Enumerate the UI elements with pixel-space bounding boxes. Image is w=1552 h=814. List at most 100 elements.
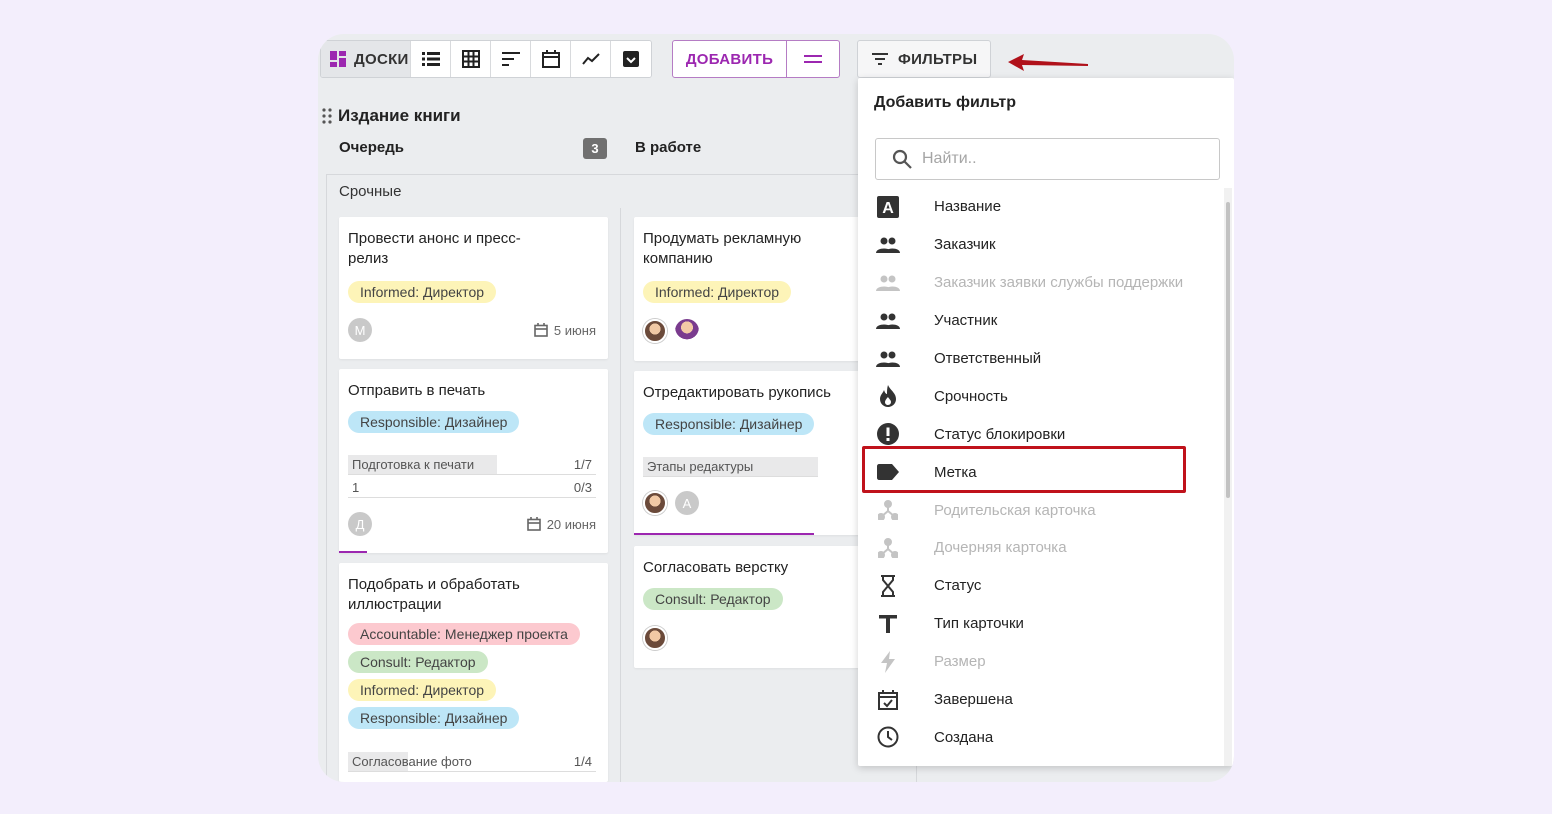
card-avatars bbox=[643, 319, 699, 343]
clock-icon bbox=[876, 725, 900, 749]
scrollbar-thumb[interactable] bbox=[1226, 202, 1230, 498]
people-icon bbox=[876, 309, 900, 333]
list-view-button[interactable] bbox=[411, 41, 451, 77]
list-icon bbox=[421, 52, 440, 66]
svg-text:A: A bbox=[882, 200, 894, 217]
filter-option-customer[interactable]: Заказчик bbox=[858, 226, 1224, 264]
card-tag: Informed: Директор bbox=[643, 281, 792, 303]
board-title: Издание книги bbox=[322, 106, 461, 126]
dropdown-scrollbar[interactable] bbox=[1224, 188, 1232, 766]
checklist-row[interactable]: Этапы редактуры bbox=[643, 457, 818, 477]
calendar-icon bbox=[526, 517, 541, 531]
checklist-row[interactable]: Подготовка к печати 1/7 bbox=[348, 455, 596, 475]
card-due-date: 5 июня bbox=[534, 323, 596, 338]
filter-option-name[interactable]: A Название bbox=[858, 188, 1224, 226]
card-progress-bar bbox=[634, 533, 814, 535]
calendar-icon bbox=[541, 50, 560, 68]
filter-option-label: Заказчик заявки службы поддержки bbox=[934, 274, 1184, 292]
column-divider bbox=[620, 208, 621, 782]
avatar[interactable] bbox=[643, 491, 667, 515]
table-icon bbox=[461, 50, 480, 68]
avatar[interactable] bbox=[643, 626, 667, 650]
archive-icon bbox=[623, 51, 639, 67]
boards-view-button[interactable]: ДОСКИ bbox=[321, 41, 411, 77]
boards-icon bbox=[330, 51, 346, 67]
people-icon bbox=[876, 233, 900, 257]
avatar[interactable] bbox=[643, 319, 667, 343]
filter-option-card-type[interactable]: Тип карточки bbox=[858, 605, 1224, 643]
card-meta: 25 bbox=[643, 319, 892, 343]
filter-option-label: Участник bbox=[934, 312, 998, 330]
add-menu-button[interactable] bbox=[787, 41, 839, 77]
hourglass-icon bbox=[876, 574, 900, 598]
calendar-icon bbox=[534, 323, 548, 337]
filter-option-label: Создана bbox=[934, 728, 994, 746]
add-button[interactable]: ДОБАВИТЬ bbox=[673, 41, 787, 77]
card[interactable]: Провести анонс и пресс-релиз Informed: Д… bbox=[339, 217, 608, 359]
hierarchy-icon bbox=[876, 536, 900, 560]
card-progress-bar bbox=[339, 551, 367, 553]
card-meta: А 2 bbox=[643, 491, 892, 515]
filter-option-support-customer: Заказчик заявки службы поддержки bbox=[858, 264, 1224, 302]
due-date-text: 5 июня bbox=[553, 322, 596, 338]
avatar[interactable] bbox=[675, 319, 699, 343]
filter-options-list: A Название Заказчик Заказчик заявки служ… bbox=[858, 188, 1224, 756]
card[interactable]: Подобрать и обработать иллюстрации Accou… bbox=[339, 563, 608, 782]
sort-lines-icon bbox=[501, 52, 520, 66]
column-header-queue: Очередь bbox=[339, 139, 404, 156]
filter-option-responsible[interactable]: Ответственный bbox=[858, 340, 1224, 378]
bolt-icon bbox=[876, 650, 900, 674]
filter-option-label: Статус блокировки bbox=[934, 425, 1066, 443]
column-count-badge: 3 bbox=[583, 138, 607, 159]
checklist-name: Этапы редактуры bbox=[647, 459, 754, 474]
filter-option-completed[interactable]: Завершена bbox=[858, 681, 1224, 719]
card-tag: Accountable: Менеджер проекта bbox=[348, 623, 580, 645]
drag-handle-icon[interactable] bbox=[322, 108, 332, 124]
archive-view-button[interactable] bbox=[611, 41, 651, 77]
card-title: Отправить в печать bbox=[348, 382, 486, 399]
annotation-arrow bbox=[1008, 54, 1088, 71]
filter-option-child-card: Дочерняя карточка bbox=[858, 529, 1224, 567]
add-filter-dropdown: Добавить фильтр A Название Заказчик bbox=[858, 78, 1234, 766]
card-due-date: 20 июня bbox=[526, 516, 596, 532]
card-title: Провести анонс и пресс-релиз bbox=[348, 230, 521, 267]
app-window: ДОСКИ ДОБАВИТЬ ФИЛЬТРЫ Издание книги Оче… bbox=[318, 34, 1234, 782]
swimlane-header[interactable]: Срочные bbox=[326, 174, 886, 208]
filter-option-label: Завершена bbox=[934, 691, 1013, 709]
avatar[interactable]: М bbox=[348, 318, 372, 342]
card[interactable]: Отправить в печать Responsible: Дизайнер… bbox=[339, 369, 608, 553]
card-tag: Consult: Редактор bbox=[348, 651, 488, 673]
checklist-name: 1 bbox=[352, 480, 360, 495]
checklist-row[interactable]: Согласование фото 1/4 bbox=[348, 752, 596, 772]
reports-view-button[interactable] bbox=[571, 41, 611, 77]
filter-option-block-status[interactable]: Статус блокировки bbox=[858, 415, 1224, 453]
filter-option-urgency[interactable]: Срочность bbox=[858, 377, 1224, 415]
lane-border bbox=[326, 208, 327, 782]
card-title: Продумать рекламную компанию bbox=[643, 230, 802, 267]
alert-icon bbox=[876, 422, 900, 446]
filter-option-status[interactable]: Статус bbox=[858, 567, 1224, 605]
board-title-text: Издание книги bbox=[338, 106, 461, 125]
due-date-text: 20 июня bbox=[546, 516, 596, 532]
filter-search-input[interactable] bbox=[922, 150, 1202, 168]
table-view-button[interactable] bbox=[451, 41, 491, 77]
filter-option-label: Срочность bbox=[934, 387, 1008, 405]
card-meta: М 5 июня bbox=[348, 318, 596, 342]
label-icon bbox=[876, 460, 900, 484]
calendar-view-button[interactable] bbox=[531, 41, 571, 77]
filter-option-created[interactable]: Создана bbox=[858, 718, 1224, 756]
timeline-view-button[interactable] bbox=[491, 41, 531, 77]
avatar[interactable]: Д bbox=[348, 512, 372, 536]
card-meta: Д 20 июня bbox=[348, 512, 596, 536]
text-a-icon: A bbox=[876, 195, 900, 219]
filter-option-label: Название bbox=[934, 198, 1002, 216]
filter-option-label-tag[interactable]: Метка bbox=[858, 453, 1224, 491]
filter-option-member[interactable]: Участник bbox=[858, 302, 1224, 340]
card-title: Подобрать и обработать иллюстрации bbox=[348, 576, 520, 613]
add-button-group: ДОБАВИТЬ bbox=[672, 40, 840, 78]
filters-button[interactable]: ФИЛЬТРЫ bbox=[857, 40, 991, 78]
card-tag: Responsible: Дизайнер bbox=[348, 707, 520, 729]
checklist-row[interactable]: 1 0/3 bbox=[348, 478, 596, 498]
avatar[interactable]: А bbox=[675, 491, 699, 515]
filter-option-label: Заказчик bbox=[934, 236, 996, 254]
